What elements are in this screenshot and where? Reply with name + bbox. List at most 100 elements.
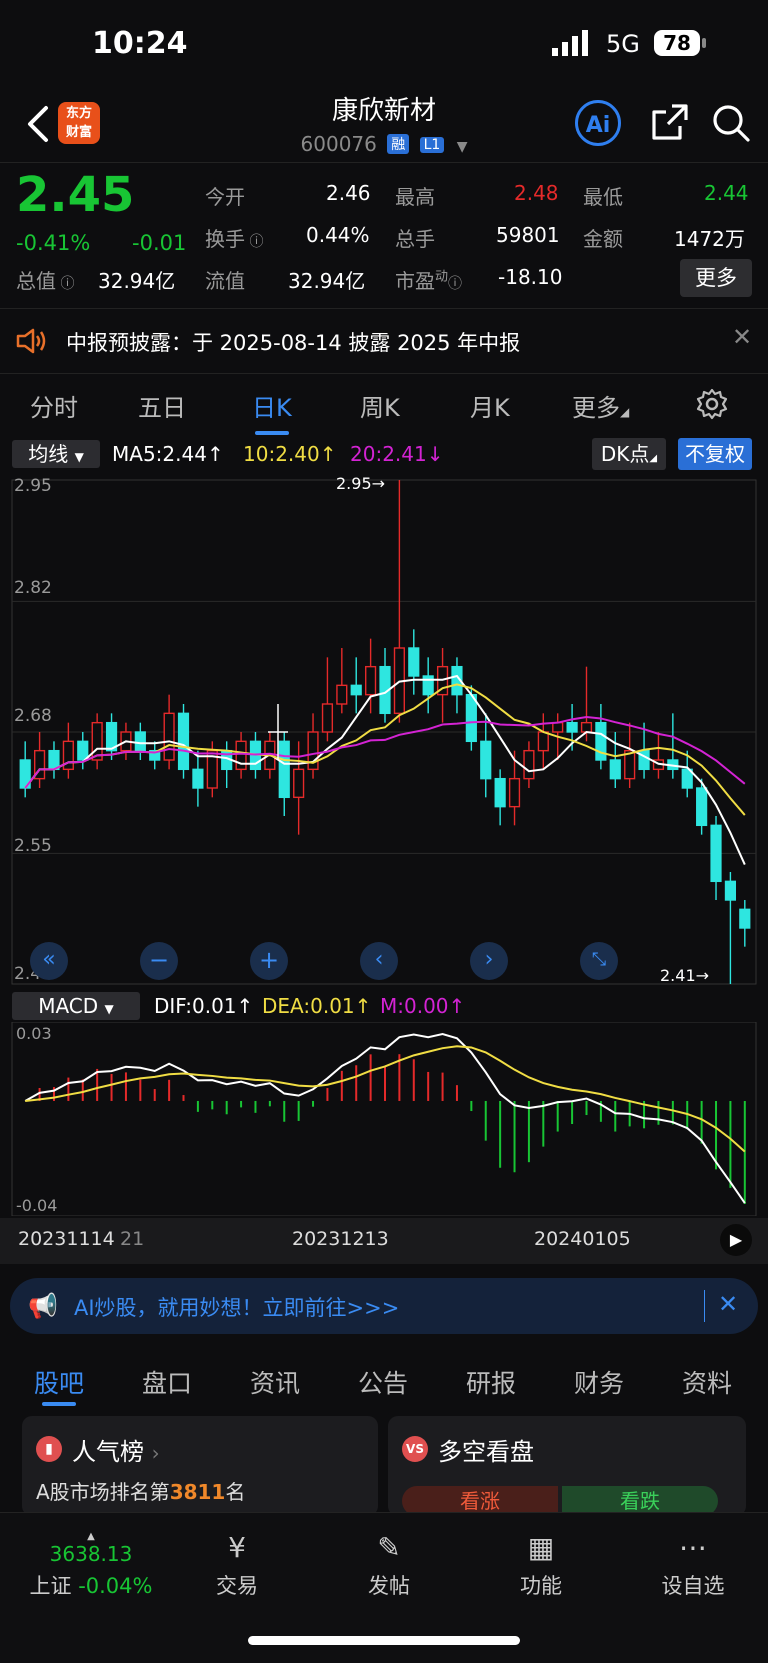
tab-pankou[interactable]: 盘口 [142,1364,192,1400]
bull-bear-card[interactable]: VS 多空看盘 看涨 看跌 [388,1416,746,1516]
mktcap-label: 总值 ⓘ [16,269,75,293]
candle-body [537,731,549,752]
macd-chart[interactable] [0,1022,768,1216]
volume-label: 总手 [395,227,435,251]
y-label-3: 2.68 [14,706,52,726]
last-price: 2.45 [16,167,135,223]
candle-body [62,740,74,771]
play-icon[interactable]: ▶ [720,1224,752,1256]
search-icon[interactable] [710,102,752,144]
scroll-left-icon[interactable]: ‹ [360,942,398,980]
tab-research[interactable]: 研报 [466,1364,516,1400]
bullbear-title: 多空看盘 [438,1438,534,1466]
tab-guba[interactable]: 股吧 [34,1364,84,1400]
ma5-value: MA5:2.44↑ [112,442,224,466]
mktcap-value: 32.94亿 [98,269,176,293]
tab-weekly-k[interactable]: 周K [360,388,400,423]
zoom-in-icon[interactable]: + [250,942,288,980]
zoom-out-icon[interactable]: − [140,942,178,980]
gear-icon[interactable] [696,388,728,420]
candle-body [134,731,146,752]
share-icon[interactable] [650,102,690,142]
tab-monthly-k[interactable]: 月K [470,388,510,423]
nav-watchlist[interactable]: ⋯ 设自选 [638,1531,748,1600]
index-widget[interactable]: ▲ 3638.13 上证 -0.04% [26,1531,156,1600]
candle-body [321,703,334,733]
chevron-down-icon: ▼ [456,139,468,155]
rank-text: A股市场排名第3811名 [36,1480,246,1504]
close-banner-icon[interactable]: ✕ [718,1290,738,1318]
nav-trade[interactable]: ¥ 交易 [182,1531,292,1600]
ai-banner[interactable]: 📢 AI炒股，就用妙想！立即前往>>> ✕ [10,1278,758,1334]
candle-body [163,712,175,761]
kline-chart[interactable] [0,472,768,988]
y-label-top: 2.95 [14,476,52,496]
speaker-icon [16,328,46,354]
candle-body [365,665,377,696]
notice-text: 中报预披露：于 2025-08-14 披露 2025 年中报 [66,331,521,355]
tab-news[interactable]: 资讯 [250,1364,300,1400]
rewind-icon[interactable]: « [30,942,68,980]
rank-icon: ▮ [36,1436,62,1462]
change-percent: -0.41% [16,231,91,255]
period-tabs: 分时 五日 日K 周K 月K 更多◢ [0,374,768,435]
high-marker: 2.95→ [336,474,386,493]
network-label: 5G [606,30,640,58]
float-value: 32.94亿 [288,269,366,293]
amount-label: 金额 [583,227,623,251]
change-value: -0.01 [132,231,187,255]
popularity-card[interactable]: ▮ 人气榜 › A股市场排名第3811名 [22,1416,378,1516]
candle-body [336,684,348,705]
low-marker: 2.41→ [660,966,710,985]
open-label: 今开 [205,185,245,209]
tab-profile[interactable]: 资料 [682,1364,732,1400]
indicator-select[interactable]: 均线 ▼ [12,440,100,468]
scroll-right-icon[interactable]: › [470,942,508,980]
dk-point-button[interactable]: DK点◢ [592,438,666,470]
megaphone-icon: 📢 [28,1292,58,1320]
nav-functions[interactable]: ▦ 功能 [486,1531,596,1600]
up-arrow-icon: ▲ [87,1531,95,1542]
stock-header: 东方 财富 康欣新材 600076 融 L1 ▼ Ai [0,90,768,162]
edit-icon: ✎ [377,1531,401,1564]
ma-legend: 均线 ▼ MA5:2.44↑ 10:2.40↑ 20:2.41↓ DK点◢ 不复… [0,436,768,472]
candle-body [77,740,89,761]
battery-icon: 78 [654,30,706,56]
tab-more[interactable]: 更多◢ [572,388,629,423]
candle-body [408,647,420,677]
macd-legend: MACD ▼ DIF:0.01↑ DEA:0.01↑ M:0.00↑ [0,990,768,1024]
candle-body [480,740,492,780]
volume-value: 59801 [496,223,560,247]
earnings-notice[interactable]: 中报预披露：于 2025-08-14 披露 2025 年中报 ✕ [0,308,768,374]
candle-body [465,693,477,743]
amount-value: 1472万 [674,227,745,251]
home-indicator [248,1636,520,1645]
macd-select[interactable]: MACD ▼ [12,992,140,1020]
tab-daily-k[interactable]: 日K [252,388,292,435]
nav-post[interactable]: ✎ 发帖 [334,1531,444,1600]
yen-icon: ¥ [228,1531,246,1564]
candle-body [523,749,535,780]
open-value: 2.46 [326,181,371,205]
tab-announce[interactable]: 公告 [358,1364,408,1400]
date-4: 20240105 [534,1228,631,1250]
tab-intraday[interactable]: 分时 [30,388,78,423]
tab-finance[interactable]: 财务 [574,1364,624,1400]
content-tabs: 股吧 盘口 资讯 公告 研报 财务 资料 [0,1350,768,1408]
turnover-value: 0.44% [306,223,370,247]
high-label: 最高 [395,185,435,209]
tab-5day[interactable]: 五日 [138,388,186,423]
more-button[interactable]: 更多 [680,259,752,297]
candle-body [739,908,751,929]
candle-body [609,759,621,780]
ai-button[interactable]: Ai [575,100,621,146]
fullscreen-icon[interactable]: ⤡ [580,942,618,980]
turnover-label: 换手 ⓘ [205,227,264,251]
dif-value: DIF:0.01↑ [154,994,254,1018]
close-icon[interactable]: ✕ [732,323,752,351]
adjust-button[interactable]: 不复权 [678,438,752,470]
quote-panel: 2.45 -0.41% -0.01 今开 2.46 最高 2.48 最低 2.4… [0,162,768,307]
candle-body [192,768,204,789]
y-label-4: 2.55 [14,836,52,856]
low-value: 2.44 [704,181,749,205]
